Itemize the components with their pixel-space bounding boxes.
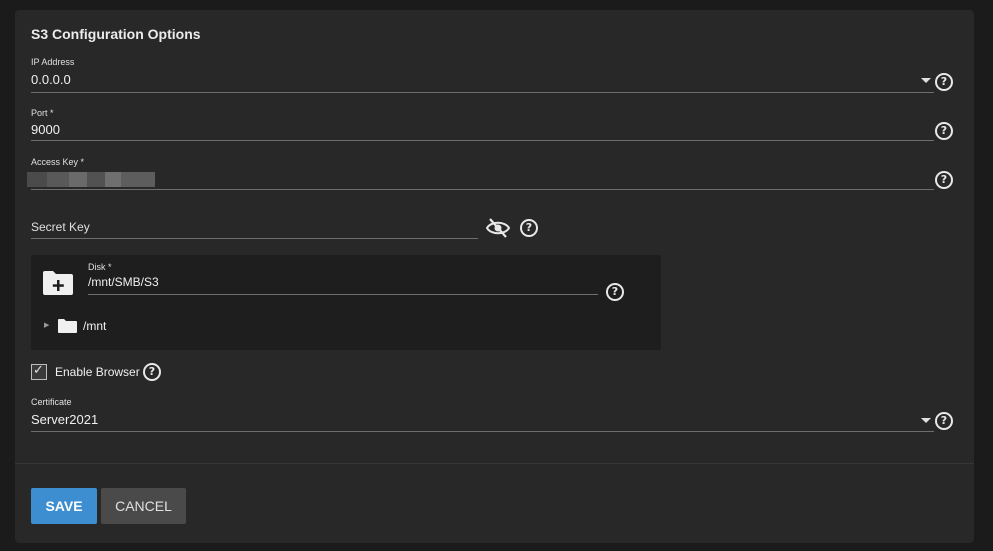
- caret-down-icon[interactable]: [921, 78, 931, 83]
- access-key-underline: [31, 189, 934, 190]
- disk-path-input[interactable]: /mnt/SMB/S3: [88, 275, 159, 289]
- port-label: Port *: [31, 108, 54, 118]
- caret-down-icon[interactable]: [921, 418, 931, 423]
- tree-expand-icon[interactable]: ▶: [44, 321, 49, 329]
- enable-browser-label: Enable Browser: [55, 365, 140, 379]
- section-title: S3 Configuration Options: [31, 26, 201, 42]
- blurred-segment: [27, 172, 47, 187]
- blurred-segment: [87, 172, 105, 187]
- file-explorer: Disk * /mnt/SMB/S3 ? ▶ /mnt: [31, 255, 661, 350]
- ip-address-underline: [31, 92, 934, 93]
- blurred-segment: [69, 172, 87, 187]
- port-input[interactable]: 9000: [31, 122, 60, 137]
- help-icon[interactable]: ?: [606, 283, 624, 301]
- access-key-label: Access Key *: [31, 157, 85, 167]
- disk-underline: [88, 294, 598, 295]
- tree-node-mnt[interactable]: /mnt: [83, 319, 106, 333]
- s3-config-card: S3 Configuration Options IP Address 0.0.…: [15, 10, 974, 543]
- save-button[interactable]: SAVE: [31, 488, 97, 524]
- help-icon[interactable]: ?: [935, 122, 953, 140]
- help-icon[interactable]: ?: [935, 171, 953, 189]
- help-icon[interactable]: ?: [520, 219, 538, 237]
- secret-key-underline: [31, 238, 478, 239]
- footer-divider: [15, 463, 974, 464]
- checkmark-icon: ✓: [33, 363, 44, 378]
- certificate-label: Certificate: [31, 397, 72, 407]
- blurred-segment: [121, 172, 155, 187]
- blurred-segment: [105, 172, 121, 187]
- folder-icon: [58, 319, 77, 333]
- secret-key-input[interactable]: Secret Key: [31, 220, 90, 234]
- blurred-segment: [47, 172, 69, 187]
- access-key-input[interactable]: [27, 172, 155, 188]
- certificate-select[interactable]: Server2021: [31, 412, 98, 427]
- folder-add-icon[interactable]: [42, 270, 74, 296]
- ip-address-label: IP Address: [31, 57, 75, 67]
- eye-off-icon[interactable]: [486, 218, 510, 238]
- certificate-underline: [31, 431, 934, 432]
- help-icon[interactable]: ?: [935, 412, 953, 430]
- help-icon[interactable]: ?: [935, 73, 953, 91]
- disk-label: Disk *: [88, 262, 112, 272]
- enable-browser-checkbox[interactable]: ✓: [31, 363, 47, 380]
- help-icon[interactable]: ?: [143, 363, 161, 381]
- ip-address-select[interactable]: 0.0.0.0: [31, 72, 71, 87]
- cancel-button[interactable]: CANCEL: [101, 488, 186, 524]
- port-underline: [31, 140, 934, 141]
